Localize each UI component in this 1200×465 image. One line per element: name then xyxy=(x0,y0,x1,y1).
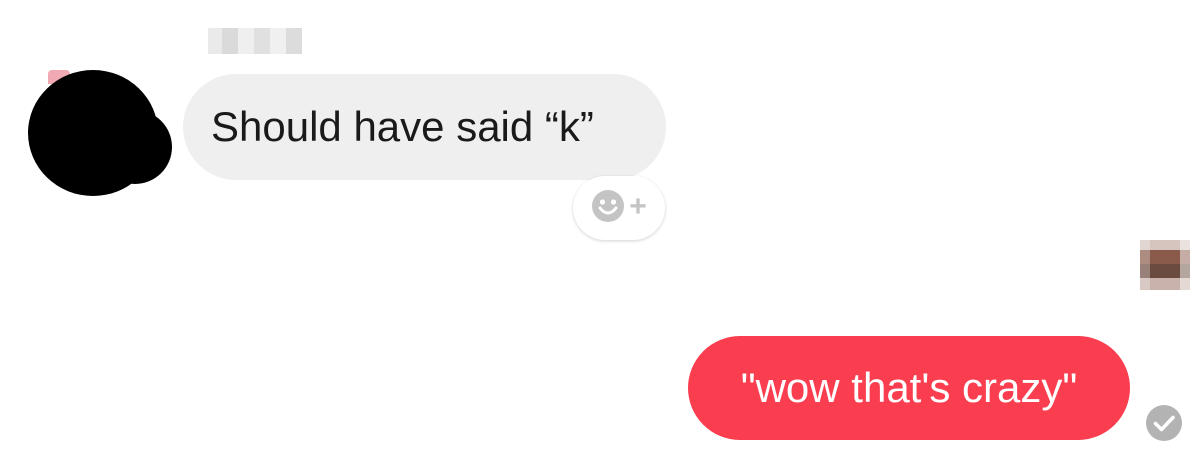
plus-icon: + xyxy=(629,190,647,223)
avatar-redaction-extra xyxy=(98,110,172,184)
smiley-icon xyxy=(591,189,625,228)
incoming-message-text: Should have said “k” xyxy=(211,103,594,150)
sender-name-pixelated xyxy=(208,28,302,54)
delivered-check-icon xyxy=(1145,404,1183,442)
incoming-message-bubble[interactable]: Should have said “k” xyxy=(183,74,666,180)
sender-avatar[interactable] xyxy=(28,70,172,196)
add-reaction-button[interactable]: + xyxy=(573,176,665,240)
recipient-avatar[interactable] xyxy=(1140,240,1190,290)
outgoing-message-text: "wow that's crazy" xyxy=(740,364,1078,411)
outgoing-message-bubble[interactable]: "wow that's crazy" xyxy=(688,336,1130,440)
